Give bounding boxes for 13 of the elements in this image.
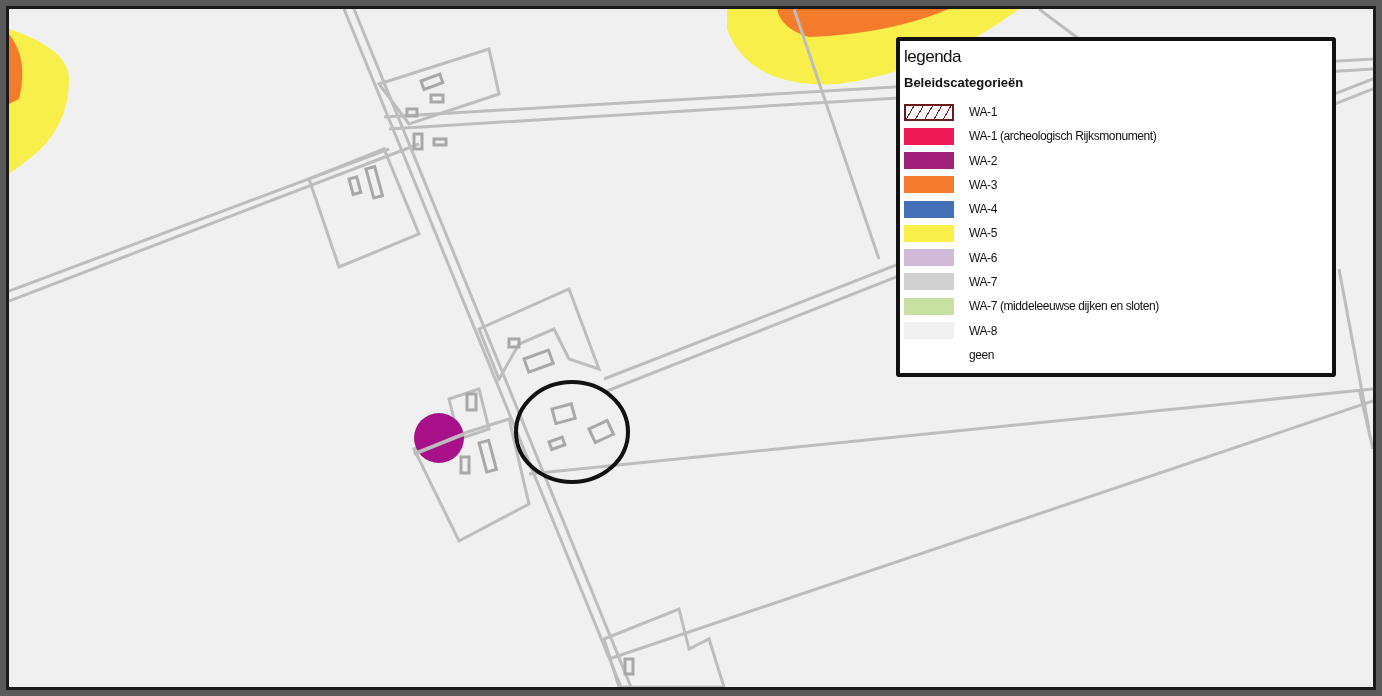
legend-label: WA-1	[969, 105, 997, 120]
legend-label: WA-6	[969, 250, 997, 265]
legend-label: WA-4	[969, 202, 997, 217]
legend-label: WA-5	[969, 226, 997, 241]
legend-label: WA-3	[969, 177, 997, 192]
legend-label: WA-7	[969, 275, 997, 289]
legend-label: geen	[969, 347, 995, 362]
legend-title: legenda	[904, 47, 963, 67]
legend-label: WA-7 (middeleeuwse dijken en sloten)	[969, 299, 1159, 314]
legend-subtitle: Beleidscategorieën	[904, 75, 1025, 90]
legend-label: WA-1 (archeologisch Rijksmonument)	[969, 129, 1157, 144]
legend-label: WA-2	[969, 153, 997, 168]
legend-label: WA-8	[969, 323, 997, 338]
